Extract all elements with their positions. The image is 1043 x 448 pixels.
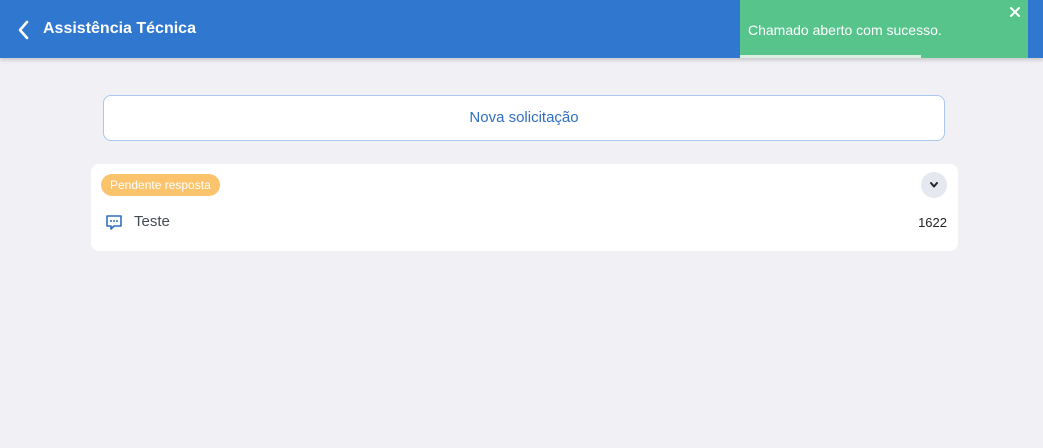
success-toast: Chamado aberto com sucesso. bbox=[740, 0, 1028, 58]
chevron-down-icon bbox=[930, 182, 938, 188]
chevron-left-icon bbox=[18, 20, 29, 40]
ticket-card[interactable]: Pendente resposta Teste 1622 bbox=[91, 164, 958, 251]
ticket-subject: Teste bbox=[134, 213, 170, 230]
toast-message: Chamado aberto com sucesso. bbox=[748, 22, 942, 38]
ticket-id: 1622 bbox=[918, 215, 947, 230]
expand-button[interactable] bbox=[921, 172, 947, 198]
page-title: Assistência Técnica bbox=[43, 20, 196, 37]
close-icon bbox=[1010, 7, 1020, 17]
back-button[interactable] bbox=[12, 18, 36, 42]
toast-progress-bar bbox=[740, 55, 922, 58]
new-request-button[interactable]: Nova solicitação bbox=[103, 95, 945, 141]
status-badge: Pendente resposta bbox=[101, 174, 220, 196]
chat-icon bbox=[105, 213, 123, 231]
toast-close-button[interactable] bbox=[1008, 5, 1022, 19]
